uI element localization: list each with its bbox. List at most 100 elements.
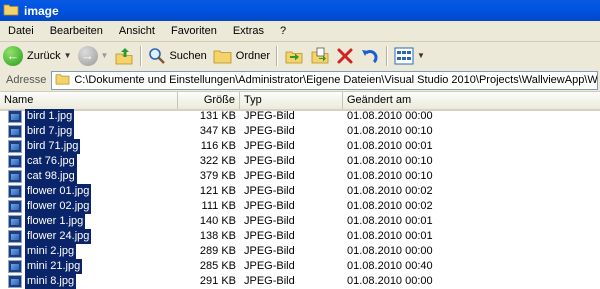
menu-item-datei[interactable]: Datei bbox=[0, 25, 42, 37]
file-name-cell[interactable]: bird 1.jpg bbox=[8, 109, 75, 124]
file-date: 01.08.2010 00:02 bbox=[347, 200, 433, 212]
folders-label: Ordner bbox=[235, 49, 271, 62]
file-type: JPEG-Bild bbox=[244, 155, 295, 167]
address-label: Adresse bbox=[6, 74, 47, 86]
file-date: 01.08.2010 00:10 bbox=[347, 170, 433, 182]
copy-to-button[interactable] bbox=[307, 44, 333, 68]
back-arrow-icon: ← bbox=[3, 45, 23, 66]
column-header-name[interactable]: Name bbox=[0, 92, 178, 109]
file-type: JPEG-Bild bbox=[244, 215, 295, 227]
menu-item-extras[interactable]: Extras bbox=[225, 25, 272, 37]
file-name: bird 1.jpg bbox=[25, 109, 75, 124]
file-name-cell[interactable]: bird 71.jpg bbox=[8, 139, 81, 154]
file-size: 138 KB bbox=[199, 230, 236, 242]
file-name: bird 71.jpg bbox=[25, 139, 81, 154]
column-header-date[interactable]: Geändert am bbox=[343, 92, 600, 109]
folders-icon bbox=[213, 50, 232, 63]
file-size: 116 KB bbox=[200, 140, 236, 152]
search-icon bbox=[149, 47, 166, 64]
search-button[interactable]: Suchen bbox=[145, 44, 209, 68]
folder-icon bbox=[3, 2, 19, 19]
chevron-down-icon[interactable]: ▼ bbox=[64, 51, 72, 60]
file-name-cell[interactable]: bird 7.jpg bbox=[8, 124, 75, 139]
file-name-cell[interactable]: flower 01.jpg bbox=[8, 184, 92, 199]
file-date: 01.08.2010 00:01 bbox=[347, 140, 433, 152]
file-name-cell[interactable]: flower 24.jpg bbox=[8, 229, 92, 244]
file-row[interactable]: flower 24.jpg 138 KB JPEG-Bild 01.08.2010 0… bbox=[0, 229, 600, 244]
file-size: 140 KB bbox=[199, 215, 236, 227]
address-input[interactable]: C:\Dokumente und Einstellungen\Administr… bbox=[51, 70, 598, 90]
column-header-type[interactable]: Typ bbox=[240, 92, 343, 109]
file-name-cell[interactable]: mini 2.jpg bbox=[8, 244, 77, 259]
file-type: JPEG-Bild bbox=[244, 110, 295, 122]
file-name: mini 8.jpg bbox=[25, 274, 77, 289]
file-size: 121 KB bbox=[199, 185, 236, 197]
delete-button[interactable] bbox=[333, 44, 357, 68]
toolbar-separator bbox=[386, 45, 389, 66]
menu-item-favoriten[interactable]: Favoriten bbox=[163, 25, 225, 37]
folders-button[interactable]: Ordner bbox=[210, 44, 273, 68]
search-label: Suchen bbox=[169, 49, 207, 62]
file-row[interactable]: cat 76.jpg 322 KB JPEG-Bild 01.08.2010 00:1… bbox=[0, 154, 600, 169]
file-row[interactable]: flower 02.jpg 111 KB JPEG-Bild 01.08.2010 0… bbox=[0, 199, 600, 214]
file-type: JPEG-Bild bbox=[244, 170, 295, 182]
file-row[interactable]: flower 01.jpg 121 KB JPEG-Bild 01.08.2010 0… bbox=[0, 184, 600, 199]
folder-icon bbox=[55, 72, 70, 88]
address-bar: Adresse C:\Dokumente und Einstellungen\A… bbox=[0, 69, 600, 92]
chevron-down-icon[interactable]: ▼ bbox=[417, 51, 425, 60]
file-name: cat 76.jpg bbox=[25, 154, 77, 169]
file-date: 01.08.2010 00:40 bbox=[347, 260, 433, 272]
file-size: 322 KB bbox=[199, 155, 236, 167]
file-row[interactable]: mini 21.jpg 285 KB JPEG-Bild 01.08.2010 00:… bbox=[0, 259, 600, 274]
file-type: JPEG-Bild bbox=[244, 125, 295, 137]
menu-item-ansicht[interactable]: Ansicht bbox=[111, 25, 163, 37]
file-size: 285 KB bbox=[199, 260, 236, 272]
file-type: JPEG-Bild bbox=[244, 245, 295, 257]
views-button[interactable]: ▼ bbox=[391, 44, 428, 68]
file-name-cell[interactable]: flower 02.jpg bbox=[8, 199, 92, 214]
undo-button[interactable] bbox=[357, 44, 383, 68]
file-row[interactable]: bird 1.jpg 131 KB JPEG-Bild 01.08.2010 00:0… bbox=[0, 109, 600, 124]
image-file-icon bbox=[8, 155, 22, 168]
back-label: Zurück bbox=[27, 49, 61, 62]
column-header-size[interactable]: Größe bbox=[178, 92, 240, 109]
file-date: 01.08.2010 00:10 bbox=[347, 155, 433, 167]
file-name-cell[interactable]: mini 8.jpg bbox=[8, 274, 77, 289]
image-file-icon bbox=[8, 110, 22, 123]
file-name-cell[interactable]: cat 76.jpg bbox=[8, 154, 77, 169]
undo-icon bbox=[362, 49, 378, 63]
file-name-cell[interactable]: cat 98.jpg bbox=[8, 169, 77, 184]
file-size: 379 KB bbox=[199, 170, 236, 182]
file-row[interactable]: bird 71.jpg 116 KB JPEG-Bild 01.08.2010 00:… bbox=[0, 139, 600, 154]
image-file-icon bbox=[8, 170, 22, 183]
forward-arrow-icon: → bbox=[77, 45, 98, 66]
image-file-icon bbox=[8, 140, 22, 153]
up-folder-button[interactable] bbox=[111, 44, 137, 68]
file-row[interactable]: mini 2.jpg 289 KB JPEG-Bild 01.08.2010 00:0… bbox=[0, 244, 600, 259]
image-file-icon bbox=[8, 275, 22, 288]
file-name-cell[interactable]: mini 21.jpg bbox=[8, 259, 83, 274]
toolbar: ← Zurück ▼ → ▼ Suchen Ordner ▼ bbox=[0, 41, 600, 70]
file-row[interactable]: flower 1.jpg 140 KB JPEG-Bild 01.08.2010 00… bbox=[0, 214, 600, 229]
forward-button[interactable]: → ▼ bbox=[75, 44, 112, 68]
address-value: C:\Dokumente und Einstellungen\Administr… bbox=[74, 74, 598, 86]
image-file-icon bbox=[8, 245, 22, 258]
file-type: JPEG-Bild bbox=[244, 185, 295, 197]
file-row[interactable]: cat 98.jpg 379 KB JPEG-Bild 01.08.2010 00:1… bbox=[0, 169, 600, 184]
file-date: 01.08.2010 00:00 bbox=[347, 110, 433, 122]
copy-to-folder-icon bbox=[311, 47, 329, 63]
file-name-cell[interactable]: flower 1.jpg bbox=[8, 214, 86, 229]
move-to-button[interactable] bbox=[281, 44, 307, 68]
chevron-down-icon[interactable]: ▼ bbox=[101, 51, 109, 60]
back-button[interactable]: ← Zurück ▼ bbox=[0, 44, 75, 68]
file-row[interactable]: mini 8.jpg 291 KB JPEG-Bild 01.08.2010 00:0… bbox=[0, 274, 600, 289]
menu-item-help[interactable]: ? bbox=[272, 25, 294, 37]
file-type: JPEG-Bild bbox=[244, 200, 295, 212]
menu-item-bearbeiten[interactable]: Bearbeiten bbox=[42, 25, 111, 37]
file-date: 01.08.2010 00:01 bbox=[347, 230, 433, 242]
toolbar-separator bbox=[140, 45, 143, 66]
image-file-icon bbox=[8, 260, 22, 273]
up-folder-icon bbox=[116, 47, 133, 64]
file-row[interactable]: bird 7.jpg 347 KB JPEG-Bild 01.08.2010 00:1… bbox=[0, 124, 600, 139]
file-name: flower 24.jpg bbox=[25, 229, 92, 244]
